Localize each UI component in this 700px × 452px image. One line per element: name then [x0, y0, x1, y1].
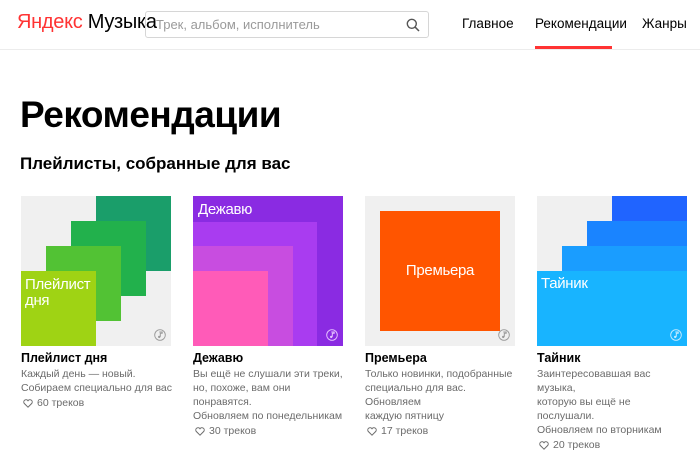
- desc-line: Заинтересовавшая вас музыка,: [537, 368, 651, 394]
- music-note-icon: [498, 329, 510, 341]
- music-note-icon: [670, 329, 682, 341]
- card-title[interactable]: Тайник: [537, 351, 687, 365]
- nav-main[interactable]: Главное: [462, 16, 514, 31]
- playlist-card-tainik[interactable]: Тайник Тайник Заинтересовавшая вас музык…: [537, 196, 687, 451]
- cover-label: Тайник: [541, 275, 588, 292]
- card-description: Вы ещё не слушали эти треки, но, похоже,…: [193, 367, 345, 423]
- track-count: 30 треков: [193, 425, 343, 437]
- playlist-card-dejavu[interactable]: Дежавю Дежавю Вы ещё не слушали эти трек…: [193, 196, 343, 437]
- logo-yandex: Яндекс: [17, 11, 83, 33]
- cover-label: Дежавю: [198, 201, 253, 218]
- card-description: Только новинки, подобранные специально д…: [365, 367, 517, 423]
- card-title[interactable]: Дежавю: [193, 351, 343, 365]
- desc-line: Обновляем по понедельникам: [193, 410, 343, 422]
- cover-label: Плейлист дня: [25, 276, 91, 309]
- card-description: Заинтересовавшая вас музыка, которую вы …: [537, 367, 689, 437]
- track-count: 20 треков: [537, 439, 687, 451]
- heart-icon[interactable]: [23, 398, 33, 408]
- heart-icon[interactable]: [539, 440, 549, 450]
- top-header: Яндекс Музыка Главное Рекомендации Жанры: [0, 0, 700, 50]
- desc-line: специально для вас. Обновляем: [365, 382, 466, 408]
- desc-line: Только новинки, подобранные: [365, 368, 513, 380]
- desc-line: но, похоже, вам они понравятся.: [193, 382, 291, 408]
- desc-line: каждую пятницу: [365, 410, 444, 422]
- section-title: Плейлисты, собранные для вас: [20, 154, 291, 173]
- playlist-card-premiere[interactable]: Премьера Премьера Только новинки, подобр…: [365, 196, 515, 437]
- desc-line: Каждый день — новый.: [21, 368, 136, 380]
- heart-icon[interactable]: [195, 426, 205, 436]
- track-count-label: 20 треков: [553, 439, 601, 451]
- heart-icon[interactable]: [367, 426, 377, 436]
- cover-label: Премьера: [405, 262, 475, 279]
- playlist-cover-tainik[interactable]: Тайник: [537, 196, 687, 346]
- track-count: 17 треков: [365, 425, 515, 437]
- desc-line: которую вы ещё не послушали.: [537, 396, 631, 422]
- active-tab-indicator: [535, 46, 612, 49]
- search-input[interactable]: [146, 12, 411, 37]
- playlist-cover-day[interactable]: Плейлист дня: [21, 196, 171, 346]
- track-count-label: 30 треков: [209, 425, 257, 437]
- card-description: Каждый день — новый. Собираем специально…: [21, 367, 173, 395]
- nav-recommendations[interactable]: Рекомендации: [535, 16, 627, 31]
- music-note-icon: [154, 329, 166, 341]
- playlist-card-day[interactable]: Плейлист дня Плейлист дня Каждый день — …: [21, 196, 173, 409]
- card-title[interactable]: Премьера: [365, 351, 515, 365]
- desc-line: Обновляем по вторникам: [537, 424, 662, 436]
- desc-line: Вы ещё не слушали эти треки,: [193, 368, 343, 380]
- page-title: Рекомендации: [20, 94, 282, 135]
- search-box: [145, 11, 429, 38]
- playlist-cover-dejavu[interactable]: Дежавю: [193, 196, 343, 346]
- music-note-icon: [326, 329, 338, 341]
- playlist-cover-premiere[interactable]: Премьера: [365, 196, 515, 346]
- track-count-label: 60 треков: [37, 397, 85, 409]
- card-title[interactable]: Плейлист дня: [21, 351, 171, 365]
- yandex-music-logo[interactable]: Яндекс Музыка: [17, 11, 157, 34]
- desc-line: Собираем специально для вас: [21, 382, 173, 394]
- nav-genres[interactable]: Жанры: [642, 16, 687, 31]
- track-count-label: 17 треков: [381, 425, 429, 437]
- search-icon[interactable]: [406, 18, 420, 32]
- track-count: 60 треков: [21, 397, 171, 409]
